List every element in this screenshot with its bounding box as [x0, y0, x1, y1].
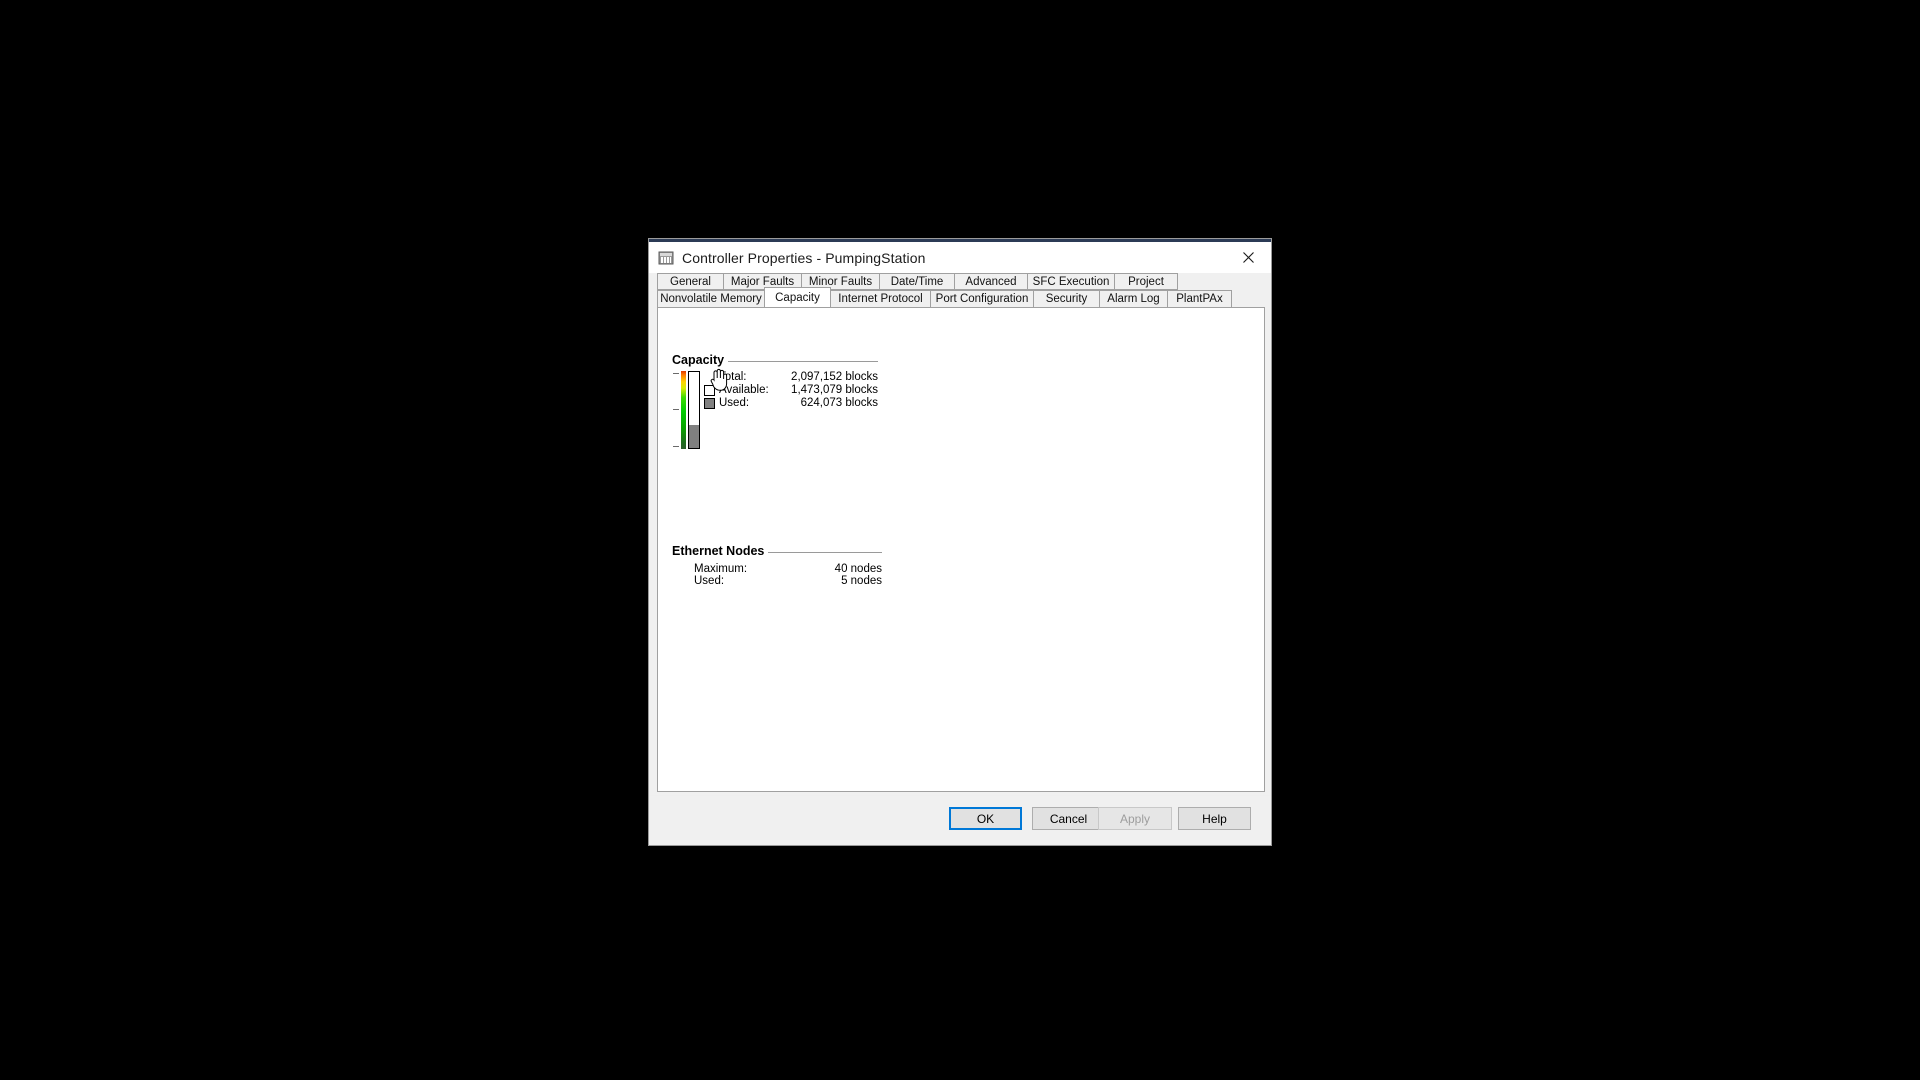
- tab-row-1: General Major Faults Minor Faults Date/Time…: [657, 273, 1263, 290]
- dialog-footer: OK Cancel Apply Help: [649, 795, 1271, 845]
- tab-nonvolatile-memory[interactable]: Nonvolatile Memory: [657, 290, 765, 307]
- tab-advanced[interactable]: Advanced: [954, 273, 1028, 290]
- capacity-swatch-none: [704, 372, 715, 383]
- ethernet-rows: Maximum: 40 nodes Used: 5 nodes: [694, 563, 882, 587]
- tab-sfc-execution[interactable]: SFC Execution: [1027, 273, 1115, 290]
- capacity-group-title: Capacity: [672, 353, 725, 367]
- gauge-level-bar: [688, 371, 700, 449]
- tab-label: Alarm Log: [1107, 293, 1160, 305]
- ethernet-row-label: Used:: [694, 574, 725, 587]
- capacity-group-header: Capacity: [672, 353, 878, 367]
- capacity-row-label: Total:: [719, 371, 747, 384]
- tab-project[interactable]: Project: [1114, 273, 1178, 290]
- tab-row-2: Nonvolatile Memory Capacity Internet Proto…: [657, 287, 1263, 307]
- tab-internet-protocol[interactable]: Internet Protocol: [830, 290, 931, 307]
- capacity-row-label: Available:: [719, 384, 769, 397]
- gauge-tick-marks: [672, 371, 680, 449]
- capacity-swatch-white: [704, 384, 715, 396]
- tab-label: SFC Execution: [1032, 275, 1110, 288]
- ok-button[interactable]: OK: [949, 807, 1022, 830]
- tab-plantpax[interactable]: PlantPAx: [1167, 290, 1232, 307]
- gauge-used-fill: [689, 425, 699, 448]
- tab-label: Nonvolatile Memory: [660, 293, 762, 305]
- capacity-row-value: 1,473,079 blocks: [791, 384, 878, 397]
- capacity-row-label: Used:: [719, 397, 750, 410]
- capacity-row: Used: 624,073 blocks: [704, 397, 878, 410]
- ethernet-row-value: 5 nodes: [841, 574, 882, 587]
- apply-button: Apply: [1098, 807, 1172, 830]
- tab-label: General: [670, 275, 711, 288]
- tab-capacity[interactable]: Capacity: [764, 287, 831, 307]
- tab-label: Internet Protocol: [838, 293, 923, 305]
- tab-alarm-log[interactable]: Alarm Log: [1099, 290, 1168, 307]
- capacity-row: Total: 2,097,152 blocks: [704, 371, 878, 384]
- tab-label: Advanced: [965, 275, 1017, 288]
- tab-port-configuration[interactable]: Port Configuration: [930, 290, 1034, 307]
- capacity-group: Capacity Total: 2,097,152 blocks Availab…: [672, 353, 878, 451]
- capacity-swatch-gray: [704, 397, 715, 409]
- ethernet-row: Used: 5 nodes: [694, 575, 882, 587]
- tab-label: Capacity: [775, 291, 820, 304]
- gauge-color-scale: [681, 371, 686, 449]
- ethernet-row: Maximum: 40 nodes: [694, 563, 882, 575]
- tab-label: Project: [1128, 275, 1164, 288]
- close-icon[interactable]: [1226, 242, 1271, 273]
- capacity-gauge: [672, 371, 700, 449]
- capacity-row-value: 2,097,152 blocks: [791, 371, 878, 384]
- gauge-tick: [673, 409, 679, 410]
- capacity-row-value: 624,073 blocks: [800, 397, 878, 410]
- controller-icon: [658, 250, 674, 266]
- tab-label: Security: [1045, 293, 1088, 305]
- tab-content-capacity: Capacity Total: 2,097,152 blocks Availab…: [657, 307, 1265, 792]
- tab-security[interactable]: Security: [1033, 290, 1100, 307]
- window-title: Controller Properties - PumpingStation: [682, 249, 926, 266]
- tab-date-time[interactable]: Date/Time: [879, 273, 955, 290]
- tab-general[interactable]: General: [657, 273, 724, 290]
- ethernet-nodes-group: Ethernet Nodes Maximum: 40 nodes Used: 5 no…: [672, 544, 882, 587]
- tab-label: Major Faults: [730, 275, 795, 288]
- capacity-body: Total: 2,097,152 blocks Available: 1,473,07…: [672, 371, 878, 451]
- gauge-tick: [673, 373, 679, 374]
- tab-label: Date/Time: [890, 275, 944, 288]
- ethernet-group-title: Ethernet Nodes: [672, 544, 765, 558]
- cancel-button[interactable]: Cancel: [1032, 807, 1105, 830]
- tab-label: Port Configuration: [935, 293, 1029, 305]
- ethernet-row-label: Maximum:: [694, 563, 748, 575]
- gauge-tick: [673, 446, 679, 447]
- help-button[interactable]: Help: [1178, 807, 1251, 830]
- group-divider-line: [728, 360, 878, 362]
- controller-properties-dialog: Controller Properties - PumpingStation G…: [648, 238, 1272, 846]
- ethernet-group-header: Ethernet Nodes: [672, 544, 882, 558]
- capacity-row: Available: 1,473,079 blocks: [704, 384, 878, 397]
- tab-strip: General Major Faults Minor Faults Date/Time…: [649, 273, 1271, 307]
- capacity-rows: Total: 2,097,152 blocks Available: 1,473,07…: [704, 371, 878, 410]
- group-divider-line: [768, 551, 882, 553]
- titlebar: Controller Properties - PumpingStation: [649, 242, 1271, 273]
- tab-label: Minor Faults: [808, 275, 873, 288]
- ethernet-row-value: 40 nodes: [834, 563, 882, 575]
- tab-label: PlantPAx: [1176, 293, 1223, 305]
